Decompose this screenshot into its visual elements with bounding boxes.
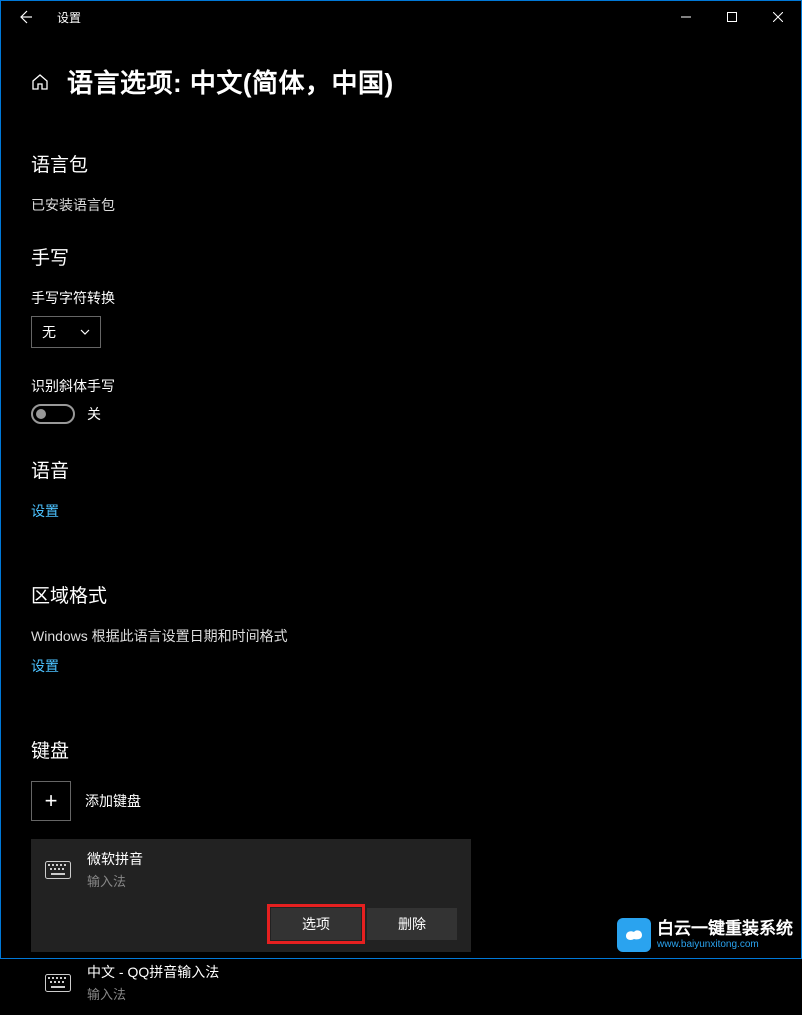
keyboard-item-name: 中文 - QQ拼音输入法 bbox=[87, 962, 219, 982]
toggle-state-label: 关 bbox=[87, 404, 101, 424]
close-icon bbox=[773, 12, 783, 22]
keyboard-item-row: 微软拼音 输入法 bbox=[45, 849, 457, 890]
handwriting-conversion-dropdown[interactable]: 无 bbox=[31, 316, 101, 348]
section-keyboards: 键盘 + 添加键盘 微软拼音 输入法 选项 删除 bbox=[31, 736, 771, 1015]
handwriting-cursive-label: 识别斜体手写 bbox=[31, 376, 771, 396]
handwriting-conversion-label: 手写字符转换 bbox=[31, 288, 771, 308]
add-keyboard-button[interactable]: + 添加键盘 bbox=[31, 781, 771, 821]
keyboard-item-qq-pinyin[interactable]: 中文 - QQ拼音输入法 输入法 bbox=[31, 952, 471, 1015]
keyboard-item-texts: 中文 - QQ拼音输入法 输入法 bbox=[87, 962, 219, 1003]
handwriting-cursive-row: 关 bbox=[31, 404, 771, 424]
titlebar: 设置 bbox=[1, 1, 801, 33]
region-settings-link[interactable]: 设置 bbox=[31, 656, 59, 676]
keyboard-icon bbox=[45, 861, 73, 879]
keyboard-item-sub: 输入法 bbox=[87, 871, 143, 890]
content-area: 语言选项: 中文(简体，中国) 语言包 已安装语言包 手写 手写字符转换 无 识… bbox=[1, 33, 801, 1015]
page-title: 语言选项: 中文(简体，中国) bbox=[67, 63, 394, 100]
handwriting-heading: 手写 bbox=[31, 243, 771, 270]
window-controls bbox=[663, 2, 801, 32]
back-button[interactable] bbox=[7, 2, 43, 32]
maximize-icon bbox=[727, 12, 737, 22]
watermark: 白云一键重装系统 www.baiyunxitong.com bbox=[617, 918, 793, 952]
maximize-button[interactable] bbox=[709, 2, 755, 32]
section-region: 区域格式 Windows 根据此语言设置日期和时间格式 设置 bbox=[31, 581, 771, 708]
speech-settings-link[interactable]: 设置 bbox=[31, 501, 59, 521]
keyboard-remove-button[interactable]: 删除 bbox=[367, 908, 457, 940]
language-pack-status: 已安装语言包 bbox=[31, 195, 771, 215]
add-keyboard-label: 添加键盘 bbox=[85, 791, 141, 811]
section-handwriting: 手写 手写字符转换 无 识别斜体手写 关 bbox=[31, 243, 771, 424]
watermark-logo-icon bbox=[617, 918, 651, 952]
chevron-down-icon bbox=[80, 329, 90, 335]
watermark-main: 白云一键重装系统 bbox=[657, 920, 793, 939]
minimize-button[interactable] bbox=[663, 2, 709, 32]
keyboard-item-sub: 输入法 bbox=[87, 984, 219, 1003]
keyboard-item-actions: 选项 删除 bbox=[45, 908, 457, 940]
keyboards-heading: 键盘 bbox=[31, 736, 771, 763]
keyboard-options-button[interactable]: 选项 bbox=[271, 908, 361, 940]
window-title: 设置 bbox=[57, 9, 81, 26]
handwriting-cursive-toggle[interactable] bbox=[31, 404, 75, 424]
arrow-left-icon bbox=[17, 9, 33, 25]
watermark-text: 白云一键重装系统 www.baiyunxitong.com bbox=[657, 920, 793, 950]
plus-icon: + bbox=[45, 788, 58, 814]
language-pack-heading: 语言包 bbox=[31, 150, 771, 177]
toggle-knob bbox=[36, 409, 46, 419]
close-button[interactable] bbox=[755, 2, 801, 32]
keyboard-item-microsoft-pinyin[interactable]: 微软拼音 输入法 选项 删除 bbox=[31, 839, 471, 952]
keyboard-item-name: 微软拼音 bbox=[87, 849, 143, 869]
section-language-pack: 语言包 已安装语言包 bbox=[31, 150, 771, 215]
speech-heading: 语音 bbox=[31, 456, 771, 483]
region-desc: Windows 根据此语言设置日期和时间格式 bbox=[31, 626, 771, 646]
keyboard-icon bbox=[45, 974, 73, 992]
watermark-sub: www.baiyunxitong.com bbox=[657, 939, 793, 950]
page-header: 语言选项: 中文(简体，中国) bbox=[31, 63, 771, 100]
section-speech: 语音 设置 bbox=[31, 456, 771, 553]
keyboard-item-texts: 微软拼音 输入法 bbox=[87, 849, 143, 890]
add-keyboard-box: + bbox=[31, 781, 71, 821]
keyboard-item-row: 中文 - QQ拼音输入法 输入法 bbox=[45, 962, 457, 1003]
home-icon bbox=[31, 73, 49, 91]
home-button[interactable] bbox=[31, 73, 49, 91]
minimize-icon bbox=[681, 12, 691, 22]
dropdown-value: 无 bbox=[42, 322, 56, 342]
region-heading: 区域格式 bbox=[31, 581, 771, 608]
